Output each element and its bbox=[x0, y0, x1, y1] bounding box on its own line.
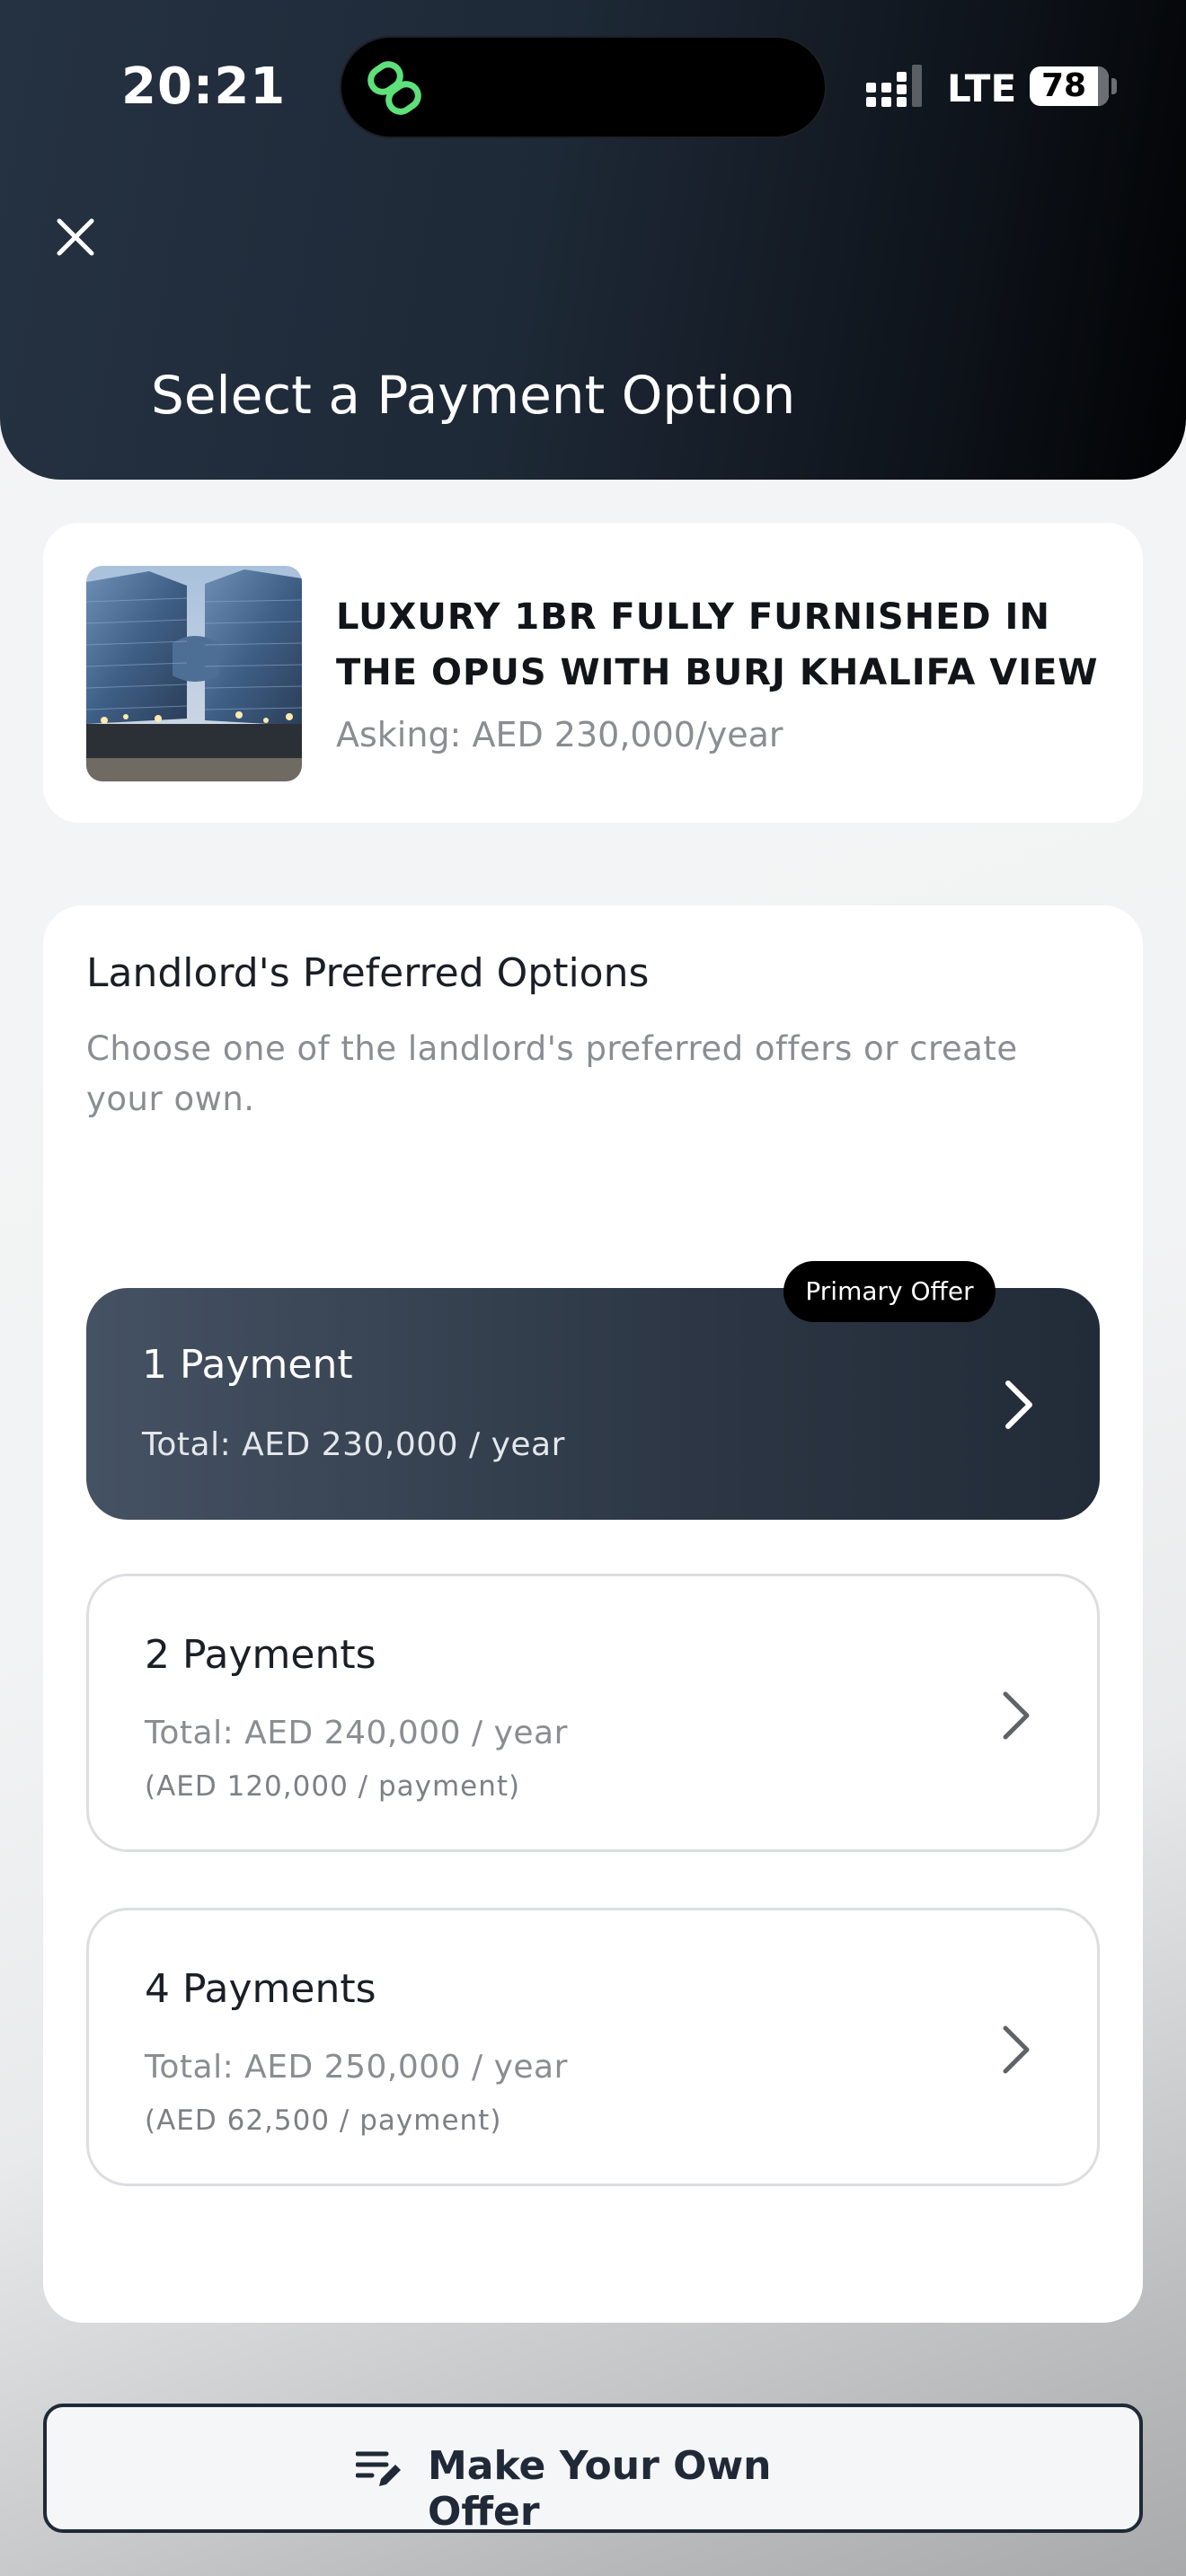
close-button[interactable] bbox=[43, 205, 108, 269]
payment-option-4[interactable]: 4 Payments Total: AED 250,000 / year (AE… bbox=[86, 1908, 1100, 2186]
listing-title: LUXURY 1BR FULLY FURNISHED IN THE OPUS W… bbox=[336, 596, 1099, 693]
dynamic-island bbox=[340, 36, 827, 138]
make-own-offer-button[interactable]: Make Your Own Offer bbox=[43, 2404, 1143, 2535]
option-total: Total: AED 250,000 / year bbox=[145, 2049, 568, 2086]
edit-list-icon bbox=[356, 2451, 401, 2486]
signal-icon bbox=[866, 65, 922, 107]
section-title: Landlord's Preferred Options bbox=[86, 950, 650, 996]
close-icon bbox=[57, 218, 94, 256]
chevron-right-icon bbox=[1005, 1381, 1032, 1429]
listing-card: LUXURY 1BR FULLY FURNISHED IN THE OPUS W… bbox=[43, 523, 1143, 823]
network-label: LTE bbox=[947, 66, 1017, 110]
option-per-payment: (AED 120,000 / payment) bbox=[145, 1770, 521, 1803]
chevron-right-icon bbox=[1003, 2025, 1030, 2074]
option-total: Total: AED 240,000 / year bbox=[145, 1715, 568, 1751]
status-time: 20:21 bbox=[121, 57, 287, 116]
option-title: 4 Payments bbox=[145, 1966, 376, 2012]
option-total: Total: AED 230,000 / year bbox=[142, 1426, 565, 1463]
option-per-payment: (AED 62,500 / payment) bbox=[145, 2104, 502, 2137]
battery-icon: 78 bbox=[1030, 66, 1109, 106]
section-description: Choose one of the landlord's preferred o… bbox=[86, 1029, 1018, 1118]
payment-option-1[interactable]: 1 Payment Total: AED 230,000 / year bbox=[86, 1288, 1100, 1520]
payment-option-2[interactable]: 2 Payments Total: AED 240,000 / year (AE… bbox=[86, 1574, 1100, 1852]
make-own-offer-label: Make Your Own Offer bbox=[428, 2443, 772, 2535]
link-app-icon bbox=[367, 61, 421, 115]
header: 20:21 LTE 78 Select a Payment Option bbox=[0, 0, 1186, 480]
battery-level: 78 bbox=[1040, 67, 1087, 104]
preferred-options-card: Landlord's Preferred Options Choose one … bbox=[43, 905, 1143, 2323]
listing-price: Asking: AED 230,000/year bbox=[336, 715, 783, 754]
primary-offer-badge: Primary Offer bbox=[783, 1261, 996, 1322]
option-title: 2 Payments bbox=[145, 1632, 376, 1678]
page-title: Select a Payment Option bbox=[151, 365, 796, 426]
chevron-right-icon bbox=[1003, 1691, 1030, 1740]
option-title: 1 Payment bbox=[142, 1342, 353, 1388]
listing-image bbox=[86, 566, 302, 781]
